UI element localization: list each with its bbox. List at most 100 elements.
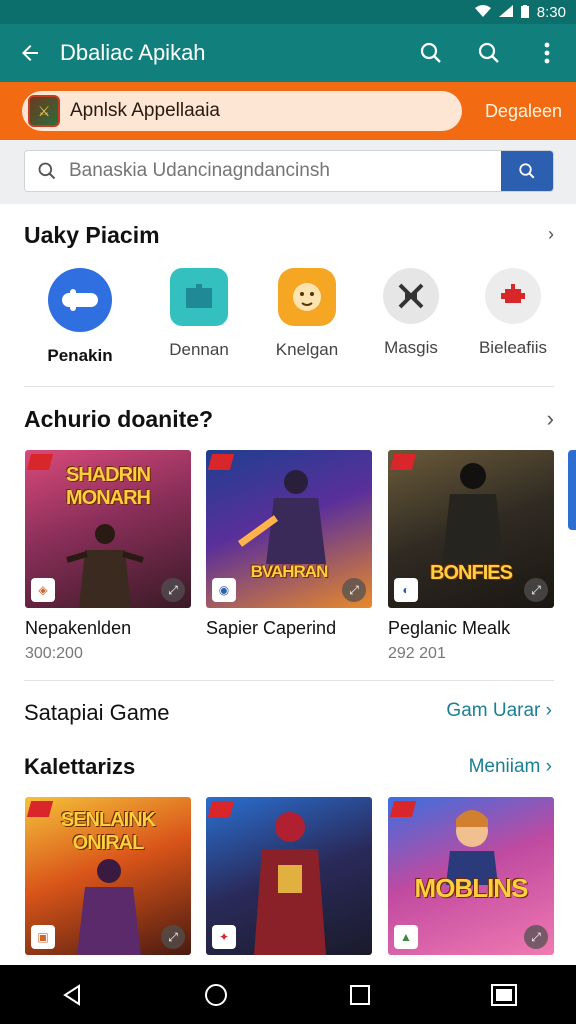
ribbon-badge: [207, 801, 235, 817]
category-item[interactable]: Penakin: [25, 268, 135, 366]
warrior-figure: [254, 812, 326, 955]
category-item[interactable]: Dennan: [144, 268, 254, 360]
game-mini-icon: ◈: [31, 578, 55, 602]
nav-recents-button[interactable]: [330, 965, 390, 1024]
game-card[interactable]: SENLAINK ONIRAL ▣ ⤢: [25, 797, 191, 955]
ribbon-badge: [207, 454, 235, 470]
game-artwork: SENLAINK ONIRAL ▣ ⤢: [25, 797, 191, 955]
search-box: [24, 150, 554, 192]
game-card[interactable]: BVAHRAN ◉ ⤢ Sapier Caperind: [206, 450, 372, 639]
overflow-menu-button[interactable]: [518, 24, 576, 82]
search-submit-button[interactable]: [501, 151, 553, 191]
expand-icon[interactable]: ⤢: [161, 925, 185, 949]
lion-icon: [278, 268, 336, 326]
triangle-back-icon: [63, 983, 80, 1006]
game-name: Peglanic Mealk: [388, 618, 511, 638]
section3-title: Kalettarizs: [24, 754, 136, 779]
game-artwork: BVAHRAN ◉ ⤢: [206, 450, 372, 608]
screenshot-icon: [491, 983, 517, 1006]
search-input[interactable]: [69, 160, 501, 182]
side-scroll-tab[interactable]: [568, 450, 576, 530]
categories-title: Uaky Piacim: [24, 222, 160, 248]
game-badge-icon: ⚔: [28, 95, 60, 127]
game-card[interactable]: MOBLINS ▲ ⤢: [388, 797, 554, 955]
game-artwork: BONFIES ◐ ⤢: [388, 450, 554, 608]
puzzle-icon: [170, 268, 228, 326]
chevron-right-icon[interactable]: ›: [547, 406, 554, 432]
search-button[interactable]: [402, 24, 460, 82]
game-art-title: SENLAINK ONIRAL: [60, 809, 156, 854]
wifi-icon: [474, 5, 491, 19]
divider: [24, 386, 554, 387]
app-title: Dbaliac Apikah: [60, 40, 206, 65]
nav-back-button[interactable]: [42, 965, 102, 1024]
status-time: 8:30: [536, 3, 566, 21]
promo-pill[interactable]: ⚔ Apnlsk Appellaaia: [22, 91, 462, 131]
section2-link-label: Gam Uarar: [446, 700, 541, 721]
game-artwork: SHADRIN MONARH ◈ ⤢: [25, 450, 191, 608]
game-mini-icon: ◉: [212, 578, 236, 602]
search-icon: [478, 42, 499, 63]
game-mini-icon: ▲: [394, 925, 418, 949]
expand-icon[interactable]: ⤢: [524, 578, 548, 602]
expand-icon[interactable]: ⤢: [161, 578, 185, 602]
game-name: Nepakenlden: [25, 618, 132, 638]
game-mini-icon: ◐: [394, 578, 418, 602]
section3-link[interactable]: Meniiam ›: [469, 756, 552, 778]
system-nav-bar: [0, 965, 576, 1024]
warrior-figure: [442, 463, 504, 568]
status-bar: 8:30: [0, 0, 576, 24]
chevron-right-icon: ›: [545, 700, 552, 721]
arrow-back-icon: [22, 45, 38, 61]
back-button[interactable]: [0, 24, 60, 82]
promo-action-link[interactable]: Degaleen: [485, 101, 562, 122]
game-meta: 300:200: [25, 645, 83, 662]
chevron-right-icon[interactable]: ›: [548, 224, 554, 245]
game-artwork: ✦: [206, 797, 372, 955]
search-button-secondary[interactable]: [460, 24, 518, 82]
expand-icon[interactable]: ⤢: [524, 925, 548, 949]
game-mini-icon: ✦: [212, 925, 236, 949]
promo-text: Apnlsk Appellaaia: [70, 100, 220, 121]
section3-link-label: Meniiam: [468, 756, 541, 777]
category-row: Penakin Dennan Knelgan Masgis Bieleafiis: [0, 268, 576, 368]
app-bar: Dbaliac Apikah: [0, 24, 576, 82]
search-icon: [25, 161, 69, 181]
search-icon: [519, 163, 535, 179]
category-label: Penakin: [47, 346, 113, 365]
crossed-swords-icon: [383, 268, 439, 324]
search-area: [0, 140, 576, 204]
warrior-figure: [237, 470, 326, 564]
section2-title: Satapiai Game: [24, 700, 170, 725]
section2-link[interactable]: Gam Uarar ›: [446, 700, 552, 722]
controller-icon: [48, 268, 112, 332]
game-art-title: MOBLINS: [414, 873, 529, 903]
search-icon: [420, 42, 441, 63]
category-label: Masgis: [384, 338, 438, 357]
category-item[interactable]: Knelgan: [252, 268, 362, 360]
game-artwork: MOBLINS ▲ ⤢: [388, 797, 554, 955]
ribbon-badge: [389, 801, 417, 817]
game-name: Sapier Caperind: [206, 618, 337, 638]
category-item[interactable]: Bieleafiis: [458, 268, 568, 358]
game-meta: 292 201: [388, 645, 446, 662]
more-vert-icon: [544, 42, 550, 64]
warrior-figure: [66, 524, 144, 608]
battery-icon: [520, 4, 529, 20]
divider: [24, 680, 554, 681]
robot-icon: [485, 268, 541, 324]
chevron-right-icon: ›: [545, 756, 552, 777]
ribbon-badge: [389, 454, 417, 470]
game-card[interactable]: SHADRIN MONARH ◈ ⤢ Nepakenlden 300:200: [25, 450, 191, 663]
game-art-title: SHADRIN MONARH: [65, 464, 151, 509]
game-card[interactable]: ✦: [206, 797, 372, 955]
game-card[interactable]: BONFIES ◐ ⤢ Peglanic Mealk 292 201: [388, 450, 554, 663]
warrior-figure: [77, 859, 141, 955]
featured-title: Achurio doanite?: [24, 406, 214, 432]
nav-screenshot-button[interactable]: [474, 965, 534, 1024]
category-label: Bieleafiis: [478, 338, 548, 357]
expand-icon[interactable]: ⤢: [342, 578, 366, 602]
nav-home-button[interactable]: [186, 965, 246, 1024]
category-item[interactable]: Masgis: [356, 268, 466, 358]
category-label: Dennan: [169, 340, 229, 359]
